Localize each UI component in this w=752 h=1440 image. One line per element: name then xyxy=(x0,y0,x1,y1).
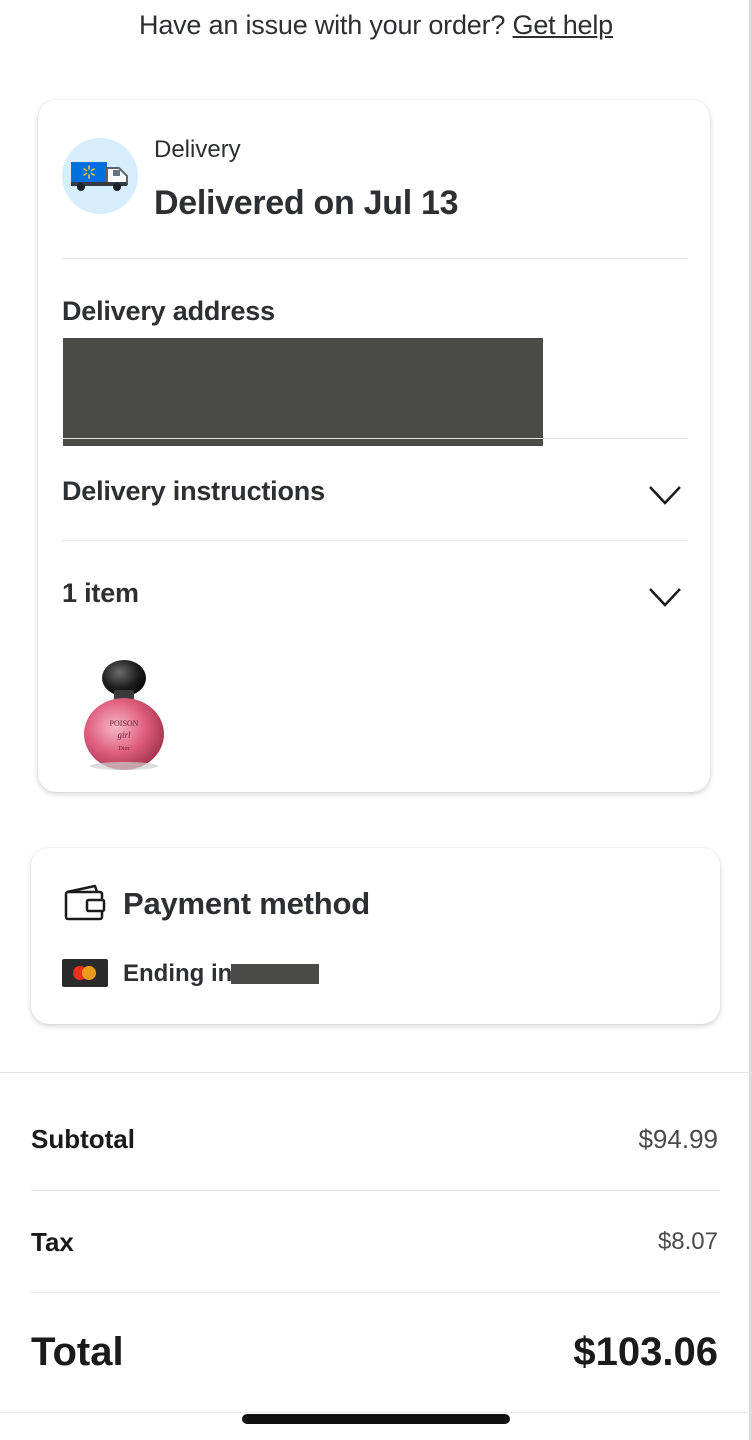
divider xyxy=(0,1412,752,1413)
svg-text:girl: girl xyxy=(117,730,131,740)
subtotal-label: Subtotal xyxy=(31,1124,135,1154)
items-heading[interactable]: 1 item xyxy=(62,578,139,609)
tax-value: $8.07 xyxy=(657,1228,718,1255)
svg-text:Dior: Dior xyxy=(119,746,130,752)
tax-label: Tax xyxy=(31,1227,74,1257)
delivery-instructions-heading[interactable]: Delivery instructions xyxy=(62,476,325,507)
chevron-down-icon[interactable] xyxy=(648,484,682,506)
get-help-link[interactable]: Get help xyxy=(513,10,614,40)
divider xyxy=(62,540,688,541)
delivery-truck-icon xyxy=(62,138,138,214)
total-label: Total xyxy=(31,1330,124,1374)
payment-method-title: Payment method xyxy=(123,886,370,921)
help-line: Have an issue with your order? Get help xyxy=(0,10,752,41)
delivery-address-heading: Delivery address xyxy=(62,296,275,326)
home-indicator[interactable] xyxy=(242,1414,510,1424)
order-details-page: Have an issue with your order? Get help xyxy=(0,0,752,1440)
subtotal-value: $94.99 xyxy=(638,1124,718,1154)
redacted-card-digits xyxy=(231,964,319,984)
wallet-icon xyxy=(64,884,106,921)
divider xyxy=(62,438,688,439)
chevron-down-icon[interactable] xyxy=(648,586,682,608)
payment-method-card: Payment method Ending in xyxy=(31,848,720,1024)
divider xyxy=(31,1292,720,1293)
delivery-card: Delivery Delivered on Jul 13 Delivery ad… xyxy=(38,100,710,792)
svg-text:POISON: POISON xyxy=(110,719,139,728)
total-value: $103.06 xyxy=(573,1330,718,1374)
delivery-label: Delivery xyxy=(154,136,241,163)
redacted-address xyxy=(63,338,543,446)
delivery-status: Delivered on Jul 13 xyxy=(154,184,459,222)
perfume-bottle-image[interactable]: POISON girl Dior xyxy=(78,654,170,774)
card-ending-label: Ending in xyxy=(123,960,233,987)
divider xyxy=(31,1190,720,1191)
divider xyxy=(62,258,688,259)
mastercard-icon xyxy=(62,959,108,987)
divider xyxy=(0,1072,752,1073)
help-prompt: Have an issue with your order? xyxy=(139,10,506,40)
